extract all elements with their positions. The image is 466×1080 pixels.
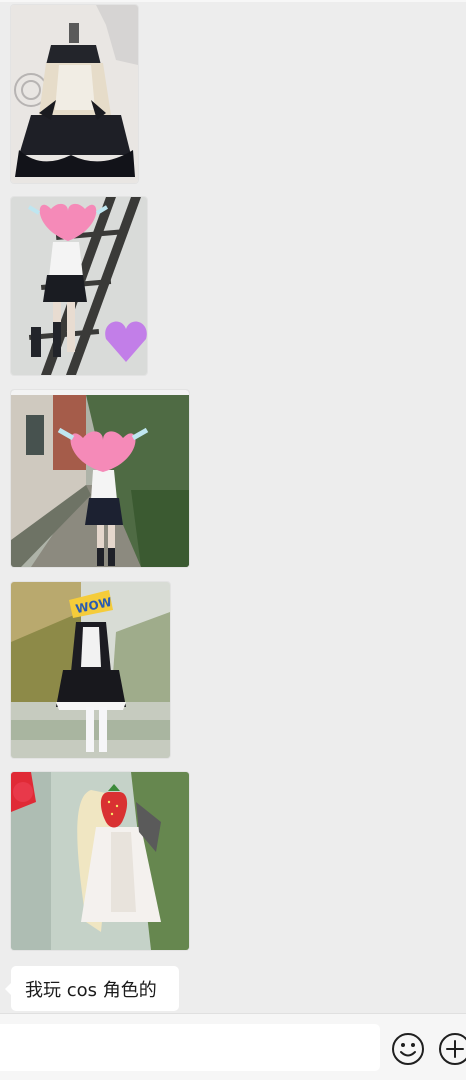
chat-history[interactable]: WOW 我玩 cos 角色的 — [0, 0, 466, 1013]
message-bubble[interactable]: 我玩 cos 角色的 — [5, 966, 179, 1011]
maid-outdoor-photo[interactable]: WOW — [11, 582, 170, 758]
message-text: 我玩 cos 角色的 — [25, 979, 157, 1001]
schoolgirl-ladder-photo[interactable] — [11, 197, 147, 375]
top-divider — [0, 0, 466, 2]
plus-circle-icon[interactable] — [438, 1032, 466, 1066]
emoji-icon[interactable] — [391, 1032, 425, 1066]
input-bar — [0, 1013, 466, 1080]
white-wig-photo[interactable] — [11, 772, 189, 950]
schoolgirl-street-photo[interactable] — [11, 390, 189, 567]
maid-costume-photo[interactable] — [11, 5, 138, 183]
message-input[interactable] — [0, 1024, 380, 1071]
